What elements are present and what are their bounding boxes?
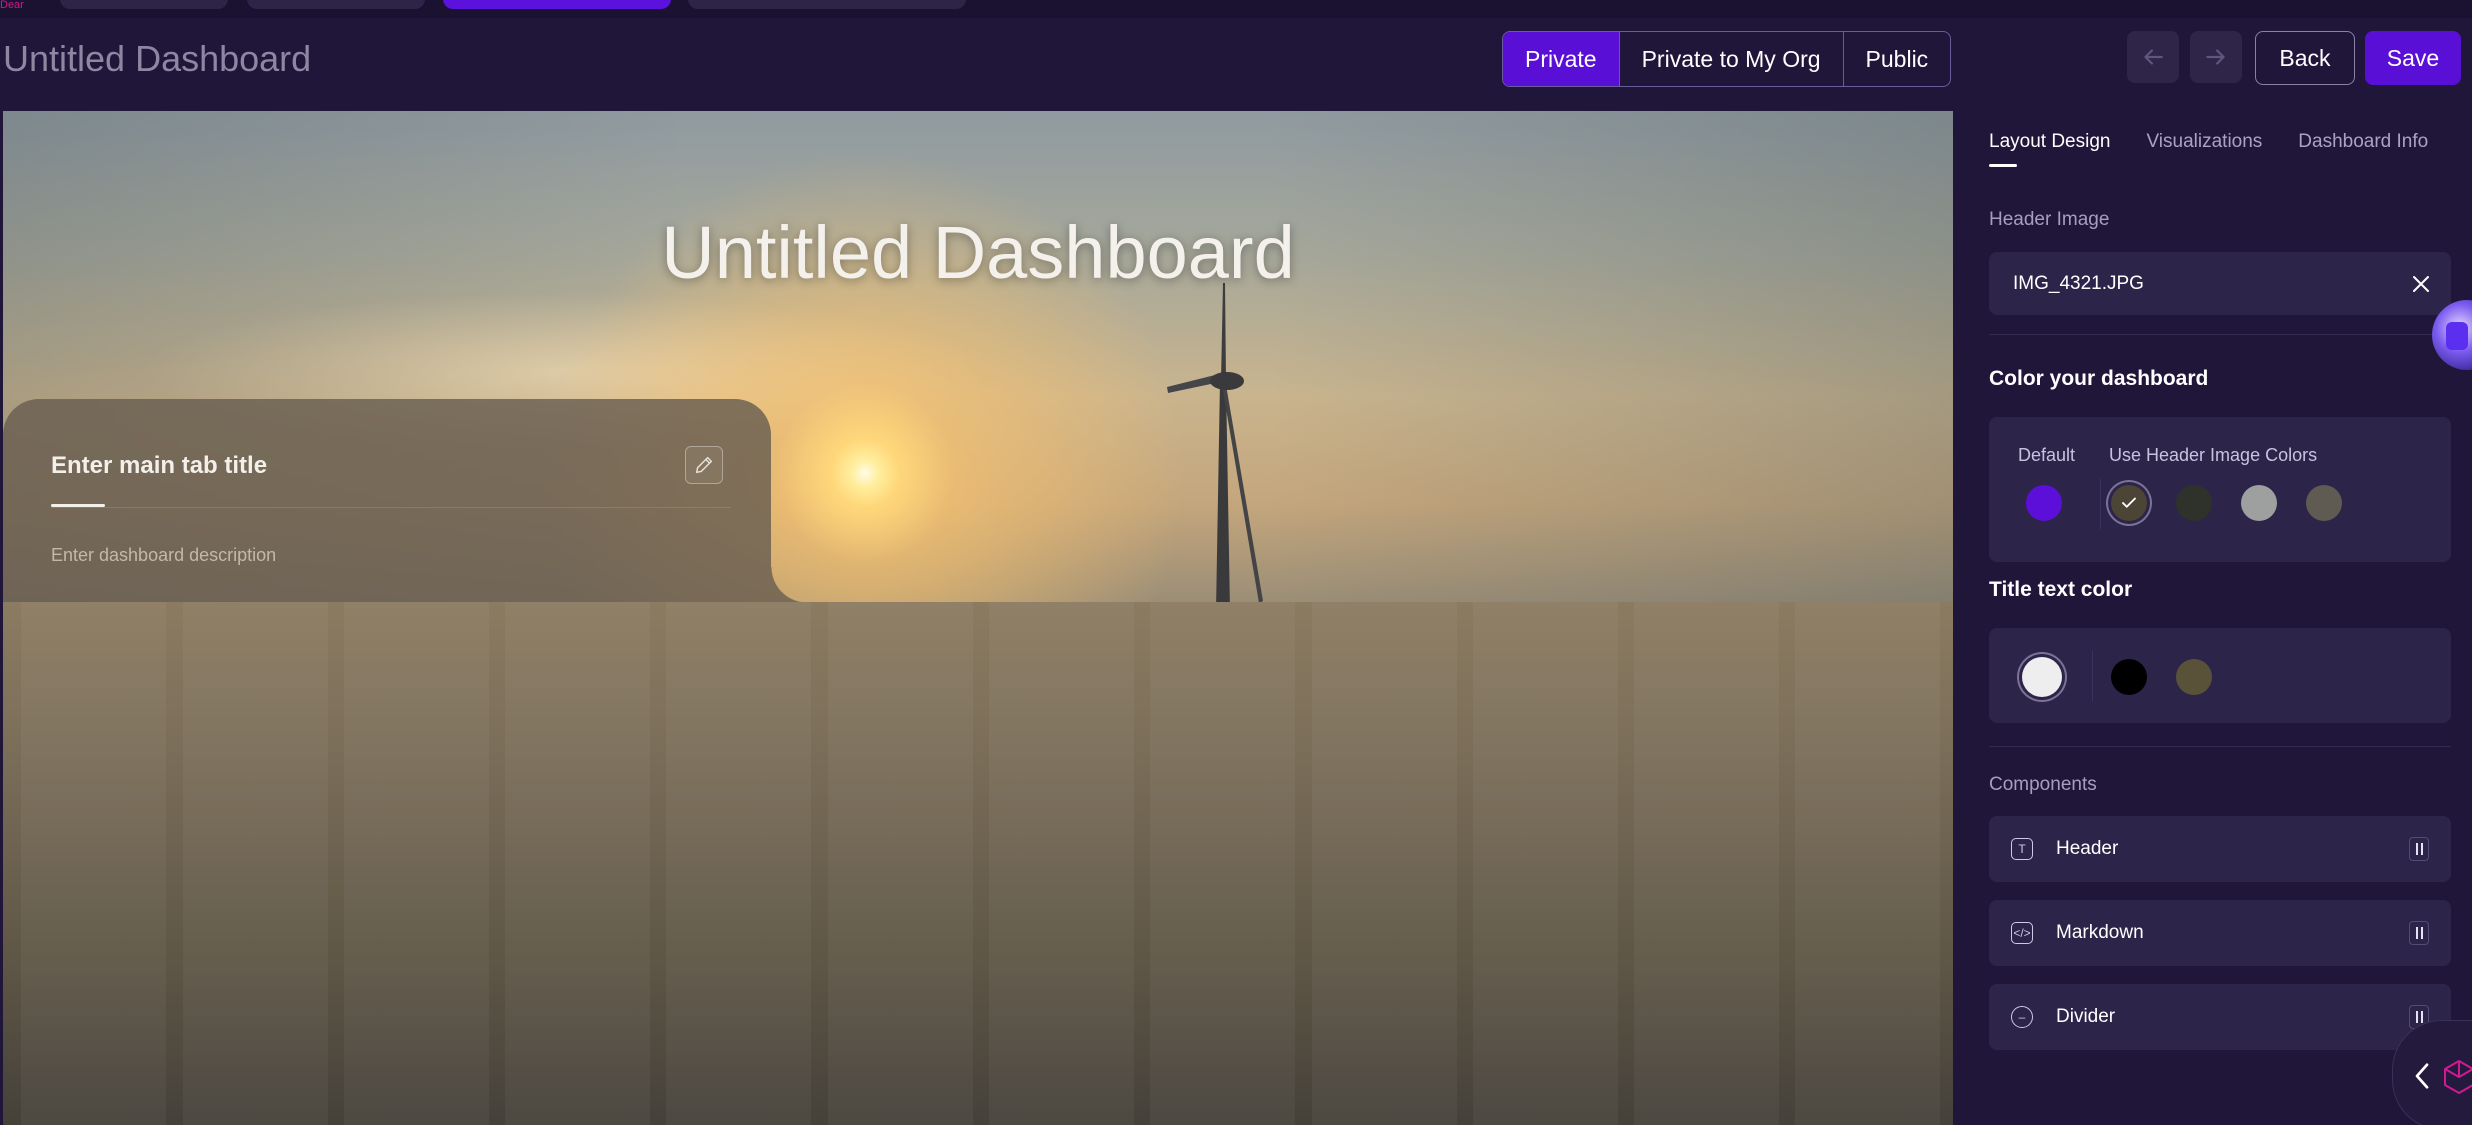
cube-icon [2444, 1060, 2472, 1094]
component-label: Header [2056, 838, 2119, 859]
grid-column[interactable] [183, 602, 328, 1125]
page-title: Untitled Dashboard [3, 38, 312, 79]
code-icon: </> [2011, 922, 2033, 944]
grid-column[interactable] [1795, 602, 1940, 1125]
grid-column[interactable] [666, 602, 811, 1125]
grid-column[interactable] [828, 602, 973, 1125]
grid-column[interactable] [344, 602, 489, 1125]
default-color-swatch[interactable] [2026, 485, 2062, 521]
redo-button[interactable] [2190, 31, 2242, 83]
back-button[interactable]: Back [2255, 31, 2355, 85]
panel-tabs: Layout Design Visualizations Dashboard I… [1989, 131, 2428, 167]
tab-layout-design[interactable]: Layout Design [1989, 131, 2110, 167]
grid-column[interactable] [1312, 602, 1457, 1125]
grid-column[interactable] [1150, 602, 1295, 1125]
header-image-filename: IMG_4321.JPG [2013, 272, 2144, 294]
undo-button[interactable] [2127, 31, 2179, 83]
top-strip-tab[interactable] [247, 0, 425, 9]
grid-column[interactable] [1473, 602, 1618, 1125]
layout-grid [3, 602, 1953, 1125]
header-image-label: Header Image [1989, 209, 2110, 230]
save-button[interactable]: Save [2365, 31, 2461, 85]
hero-title[interactable]: Untitled Dashboard [3, 211, 1953, 295]
check-icon [2122, 497, 2136, 508]
text-icon: T [2011, 838, 2033, 860]
pencil-icon [695, 456, 713, 474]
top-strip-tab[interactable] [688, 0, 966, 9]
title-color-swatch-white[interactable] [2022, 657, 2062, 697]
component-label: Divider [2056, 1006, 2116, 1027]
divider-icon: – [2011, 1006, 2033, 1028]
header-colors-label: Use Header Image Colors [2109, 445, 2318, 465]
arrow-right-icon [2206, 49, 2225, 65]
drag-handle-icon[interactable] [2409, 921, 2429, 945]
settings-panel: Layout Design Visualizations Dashboard I… [1953, 111, 2472, 1125]
visibility-private-button[interactable]: Private [1503, 32, 1620, 86]
divider [1989, 334, 2451, 335]
close-icon[interactable] [2409, 272, 2433, 296]
visibility-toggle-group: Private Private to My Org Public [1502, 31, 1952, 87]
top-tab-strip: Dear [0, 0, 2472, 18]
default-color-label: Default [2018, 445, 2076, 465]
header-color-swatch-1[interactable] [2111, 485, 2147, 521]
component-label: Markdown [2056, 922, 2144, 943]
chevron-left-icon [2415, 1063, 2429, 1089]
app-logo[interactable]: Dear [0, 0, 24, 11]
grid-column[interactable] [505, 602, 650, 1125]
arrow-left-icon [2144, 49, 2163, 65]
components-label: Components [1989, 774, 2097, 795]
drag-handle-icon[interactable] [2409, 837, 2429, 861]
grid-column[interactable] [21, 602, 166, 1125]
title-color-picker [1989, 628, 2451, 723]
title-color-swatch-brown[interactable] [2176, 659, 2212, 695]
drawer-toggle-button[interactable] [2392, 1020, 2472, 1125]
grid-column[interactable] [1634, 602, 1779, 1125]
tab-visualizations[interactable]: Visualizations [2146, 131, 2262, 167]
header-image-file-field[interactable]: IMG_4321.JPG [1989, 252, 2451, 315]
assistant-face-icon [2446, 322, 2468, 350]
dashboard-description-input[interactable]: Enter dashboard description [51, 545, 276, 566]
tab-divider [51, 507, 731, 508]
color-dashboard-heading: Color your dashboard [1989, 367, 2209, 390]
main-tab-card [3, 399, 807, 603]
tab-dashboard-info[interactable]: Dashboard Info [2298, 131, 2428, 167]
visibility-org-button[interactable]: Private to My Org [1620, 32, 1844, 86]
top-strip-tab-active[interactable] [443, 0, 671, 9]
component-header[interactable]: T Header [1989, 816, 2451, 882]
visibility-public-button[interactable]: Public [1844, 32, 1951, 86]
divider [1989, 746, 2451, 747]
grid-column[interactable] [989, 602, 1134, 1125]
dashboard-canvas: Untitled Dashboard Enter main tab title … [3, 111, 1953, 1125]
header-color-swatch-2[interactable] [2176, 485, 2212, 521]
title-color-swatch-black[interactable] [2111, 659, 2147, 695]
header-color-swatch-3[interactable] [2241, 485, 2277, 521]
component-divider[interactable]: – Divider [1989, 984, 2451, 1050]
dashboard-color-picker: Default Use Header Image Colors [1989, 417, 2451, 562]
top-strip-tab[interactable] [60, 0, 228, 9]
wind-turbine-image [1167, 283, 1263, 602]
main-tab-title-input[interactable]: Enter main tab title [51, 451, 267, 481]
component-markdown[interactable]: </> Markdown [1989, 900, 2451, 966]
grid-columns [3, 602, 1953, 1125]
title-color-heading: Title text color [1989, 578, 2133, 601]
edit-tab-button[interactable] [685, 446, 723, 484]
header-color-swatch-4[interactable] [2306, 485, 2342, 521]
dashboard-editor: Dear Untitled Dashboard Private Private … [0, 0, 2472, 1125]
